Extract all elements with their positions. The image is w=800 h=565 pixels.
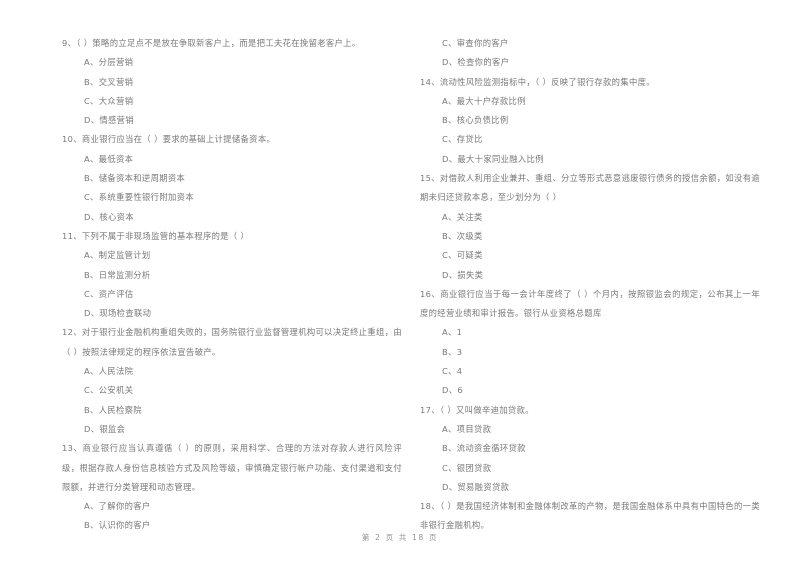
question-block-18: 18、（ ）是我国经济体制和金融体制改革的产物，是我国金融体系中具有中国特色的一…	[420, 497, 760, 536]
right-column: C、审查你的客户 D、检查你的客户 14、流动性风险监测指标中，（ ）反映了银行…	[420, 34, 760, 536]
question-option[interactable]: D、银监会	[62, 420, 402, 439]
question-option[interactable]: D、最大十家同业融入比例	[420, 150, 760, 169]
page-footer: 第 2 页 共 18 页	[361, 533, 439, 542]
question-option[interactable]: A、分层营销	[62, 53, 402, 72]
question-option[interactable]: D、现场检查联动	[62, 304, 402, 323]
exam-page: 9、（ ）策略的立足点不是放在争取新客户上，而是把工夫花在挽留老客户上。 A、分…	[0, 0, 800, 565]
question-option[interactable]: B、人民检察院	[62, 401, 402, 420]
question-stem: 13、商业银行应当认真遵循（ ）的原则，采用科学、合理的方法对存款人进行风险评级…	[62, 443, 402, 492]
question-option[interactable]: B、交叉营销	[62, 73, 402, 92]
question-block-13-continued: C、审查你的客户 D、检查你的客户	[420, 34, 760, 73]
question-option[interactable]: D、核心资本	[62, 208, 402, 227]
question-stem: 11、下列不属于非现场监管的基本程序的是（ ）	[62, 230, 250, 241]
question-stem: 16、商业银行应当于每一会计年度终了（ ）个月内，按照银监会的规定，公布其上一年…	[420, 288, 760, 319]
question-block-13: 13、商业银行应当认真遵循（ ）的原则，采用科学、合理的方法对存款人进行风险评级…	[62, 439, 402, 535]
question-option[interactable]: B、储备资本和逆周期资本	[62, 169, 402, 188]
question-option[interactable]: D、贸易融资贷款	[420, 478, 760, 497]
question-option[interactable]: C、系统重要性银行附加资本	[62, 188, 402, 207]
question-option[interactable]: D、情感营销	[62, 111, 402, 130]
question-option[interactable]: A、1	[420, 323, 760, 342]
two-column-layout: 9、（ ）策略的立足点不是放在争取新客户上，而是把工夫花在挽留老客户上。 A、分…	[0, 34, 800, 530]
question-stem: 15、对借款人利用企业兼并、重组、分立等形式恶意逃废银行债务的授信余额，如没有逾…	[420, 173, 760, 203]
question-option[interactable]: D、损失类	[420, 266, 760, 285]
question-option[interactable]: C、4	[420, 362, 760, 381]
question-option[interactable]: B、流动资金循环贷款	[420, 439, 760, 458]
question-option[interactable]: D、6	[420, 381, 760, 400]
question-option[interactable]: A、最低资本	[62, 150, 402, 169]
question-option[interactable]: C、大众营销	[62, 92, 402, 111]
question-block-9: 9、（ ）策略的立足点不是放在争取新客户上，而是把工夫花在挽留老客户上。 A、分…	[62, 34, 402, 130]
question-block-15: 15、对借款人利用企业兼并、重组、分立等形式恶意逃废银行债务的授信余额，如没有逾…	[420, 169, 760, 285]
question-option[interactable]: C、资产评估	[62, 285, 402, 304]
question-option[interactable]: A、最大十户存款比例	[420, 92, 760, 111]
question-option[interactable]: A、人民法院	[62, 362, 402, 381]
question-option[interactable]: B、3	[420, 343, 760, 362]
question-option[interactable]: B、日常监测分析	[62, 266, 402, 285]
question-option[interactable]: C、银团贷款	[420, 459, 760, 478]
question-stem: 14、流动性风险监测指标中，（ ）反映了银行存款的集中度。	[420, 76, 655, 87]
question-option[interactable]: B、核心负债比例	[420, 111, 760, 130]
question-block-17: 17、（ ）又叫做辛迪加贷款。 A、项目贷款 B、流动资金循环贷款 C、银团贷款…	[420, 401, 760, 497]
question-stem: 9、（ ）策略的立足点不是放在争取新客户上，而是把工夫花在挽留老客户上。	[62, 38, 361, 48]
question-option[interactable]: D、检查你的客户	[420, 53, 760, 72]
question-block-10: 10、商业银行应当在（ ）要求的基础上计提储备资本。 A、最低资本 B、储备资本…	[62, 130, 402, 226]
question-block-16: 16、商业银行应当于每一会计年度终了（ ）个月内，按照银监会的规定，公布其上一年…	[420, 285, 760, 401]
question-block-14: 14、流动性风险监测指标中，（ ）反映了银行存款的集中度。 A、最大十户存款比例…	[420, 73, 760, 169]
question-stem: 18、（ ）是我国经济体制和金融体制改革的产物，是我国金融体系中具有中国特色的一…	[420, 501, 760, 531]
question-block-11: 11、下列不属于非现场监管的基本程序的是（ ） A、制定监管计划 B、日常监测分…	[62, 227, 402, 323]
question-option[interactable]: C、可疑类	[420, 246, 760, 265]
question-option[interactable]: C、公安机关	[62, 381, 402, 400]
question-option[interactable]: B、次级类	[420, 227, 760, 246]
question-stem: 17、（ ）又叫做辛迪加贷款。	[420, 404, 534, 415]
question-option[interactable]: C、审查你的客户	[420, 34, 760, 53]
question-option[interactable]: A、关注类	[420, 208, 760, 227]
question-stem: 12、对于银行业金融机构重组失败的，国务院银行业监督管理机构可以决定终止重组，由…	[62, 327, 402, 357]
question-option[interactable]: A、制定监管计划	[62, 246, 402, 265]
question-option[interactable]: A、了解你的客户	[62, 497, 402, 516]
question-block-12: 12、对于银行业金融机构重组失败的，国务院银行业监督管理机构可以决定终止重组，由…	[62, 323, 402, 439]
question-option[interactable]: A、项目贷款	[420, 420, 760, 439]
question-option[interactable]: C、存贷比	[420, 130, 760, 149]
question-stem: 10、商业银行应当在（ ）要求的基础上计提储备资本。	[62, 134, 276, 145]
left-column: 9、（ ）策略的立足点不是放在争取新客户上，而是把工夫花在挽留老客户上。 A、分…	[62, 34, 402, 536]
